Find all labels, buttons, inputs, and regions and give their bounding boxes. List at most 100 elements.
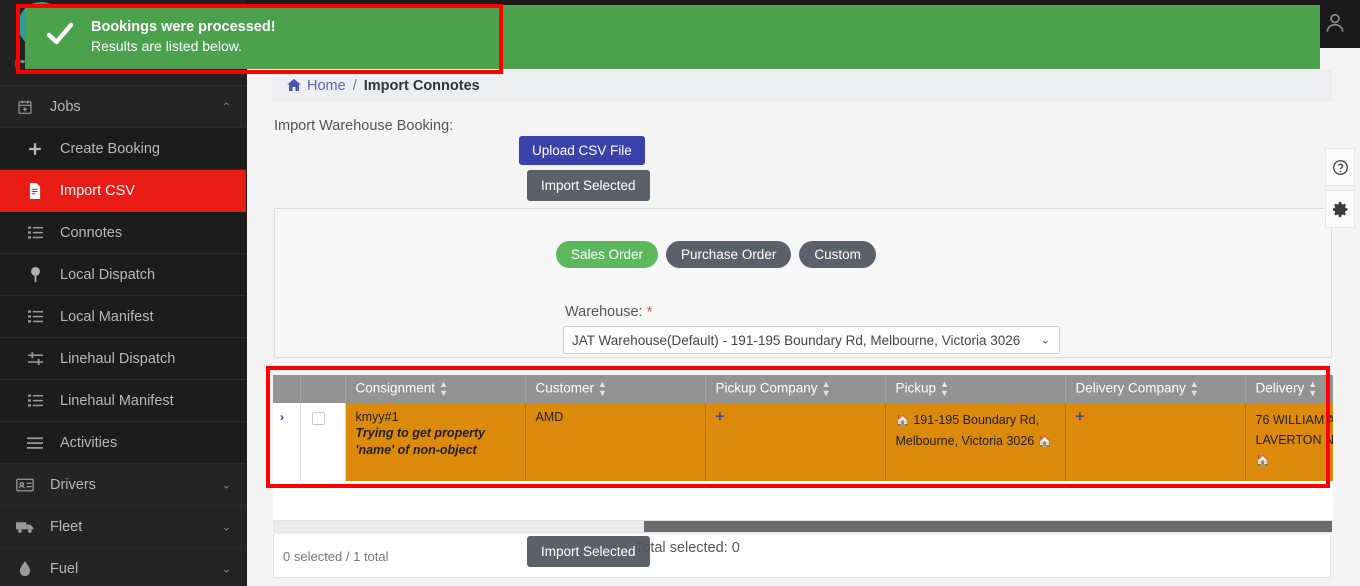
col-label: Pickup Company (715, 380, 818, 396)
table-header-row: Consignment ▲ ▼ Customer ▲ ▼ Pickup Company ▲… (273, 375, 1333, 403)
sidebar-item-import-csv[interactable]: Import CSV (0, 170, 246, 212)
sidebar-item-label: Jobs (50, 98, 81, 115)
sidebar-item-linehaul-dispatch[interactable]: Linehaul Dispatch (0, 338, 246, 380)
sidebar: Jobs ⌃ Create Booking Import CSV Connote… (0, 0, 247, 586)
row-expander-cell[interactable]: › (273, 403, 301, 481)
chevron-right-icon[interactable]: › (280, 410, 284, 424)
chevron-down-icon: ⌄ (1040, 334, 1050, 347)
sort-icon: ▲ ▼ (439, 379, 448, 398)
row-checkbox-cell[interactable] (300, 403, 346, 481)
home-icon (287, 78, 301, 94)
alert-title: Bookings were processed! (91, 19, 276, 35)
table-status-bar: 0 selected / 1 total (273, 535, 1331, 578)
sidebar-item-label: Fleet (50, 518, 83, 535)
col-pickup-company[interactable]: Pickup Company ▲ ▼ (705, 375, 886, 403)
chevron-down-icon[interactable]: ⌄ (222, 478, 231, 491)
home-icon: 🏠 (1037, 436, 1053, 448)
sort-icon: ▲ ▼ (598, 379, 607, 398)
user-avatar-icon[interactable] (1322, 10, 1348, 36)
chevron-down-icon[interactable]: ⌄ (222, 520, 231, 533)
col-delivery[interactable]: Delivery ▲ ▼ (1245, 375, 1333, 403)
calendar-plus-icon (12, 99, 38, 115)
delivery-address-line2: LAVERTON NORT (1255, 433, 1334, 447)
bars-icon (22, 436, 48, 449)
sidebar-item-label: Local Manifest (60, 308, 154, 325)
sidebar-item-label: Linehaul Manifest (60, 392, 174, 409)
sidebar-item-drivers[interactable]: Drivers ⌄ (0, 464, 246, 506)
col-consignment[interactable]: Consignment ▲ ▼ (345, 375, 526, 403)
import-selected-bottom-button[interactable]: Import Selected (527, 536, 650, 567)
scrollbar-thumb[interactable] (644, 521, 1332, 532)
upload-csv-button[interactable]: Upload CSV File (519, 136, 645, 165)
table-row[interactable]: › kmyy#1 Trying to get property 'name' o… (273, 403, 1333, 481)
col-delivery-company[interactable]: Delivery Company ▲ ▼ (1065, 375, 1246, 403)
sidebar-item-label: Local Dispatch (60, 266, 156, 283)
sidebar-item-fuel[interactable]: Fuel ⌄ (0, 548, 246, 586)
pickup-address-line1: 191-195 Boundary Rd, (913, 413, 1040, 427)
warehouse-select-value: JAT Warehouse(Default) - 191-195 Boundar… (572, 332, 1021, 348)
pickup-address: 🏠 191-195 Boundary Rd, Melbourne, Victor… (896, 410, 1057, 452)
add-pickup-company-icon[interactable]: + (716, 408, 725, 425)
selection-status: 0 selected / 1 total (283, 548, 389, 564)
pill-sales-order[interactable]: Sales Order (556, 241, 659, 268)
droplet-icon (12, 560, 38, 577)
app-root: Jobs ⌃ Create Booking Import CSV Connote… (0, 0, 1360, 586)
sidebar-item-create-booking[interactable]: Create Booking (0, 128, 246, 170)
col-customer[interactable]: Customer ▲ ▼ (525, 375, 706, 403)
sidebar-item-label: Activities (60, 434, 118, 451)
sidebar-item-label: Connotes (60, 224, 123, 241)
home-icon: 🏠 (1255, 455, 1270, 467)
breadcrumb-separator: / (352, 78, 357, 94)
sidebar-item-jobs[interactable]: Jobs ⌃ (0, 86, 246, 128)
col-pickup[interactable]: Pickup ▲ ▼ (885, 375, 1066, 403)
settings-button[interactable] (1325, 190, 1355, 228)
map-pin-icon (22, 266, 48, 283)
success-alert: Bookings were processed! Results are lis… (25, 5, 1320, 69)
import-options-panel: Sales Order Purchase Order Custom Wareho… (274, 208, 1332, 358)
pill-purchase-order[interactable]: Purchase Order (666, 241, 792, 268)
truck-icon (12, 520, 38, 534)
import-warehouse-booking-label: Import Warehouse Booking: (274, 118, 454, 134)
list-icon (22, 226, 48, 239)
sidebar-item-label: Fuel (50, 560, 79, 577)
sidebar-item-linehaul-manifest[interactable]: Linehaul Manifest (0, 380, 246, 422)
sidebar-item-label: Import CSV (60, 182, 135, 199)
sort-icon: ▲ ▼ (940, 379, 949, 398)
main-content: Home / Import Connotes Import Warehouse … (247, 48, 1360, 586)
table-horizontal-scrollbar[interactable] (273, 520, 1332, 533)
order-type-pills: Sales Order Purchase Order Custom (556, 241, 876, 268)
warehouse-select[interactable]: JAT Warehouse(Default) - 191-195 Boundar… (563, 326, 1060, 354)
sidebar-item-local-manifest[interactable]: Local Manifest (0, 296, 246, 338)
row-checkbox[interactable] (311, 412, 325, 425)
sort-icon: ▲ ▼ (821, 379, 831, 398)
breadcrumb-home-link[interactable]: Home (307, 78, 346, 94)
pickup-address-line2: Melbourne, Victoria 3026 (895, 434, 1035, 448)
delivery-address-line1: 76 WILLIAM ANGL (1255, 413, 1334, 427)
cell-delivery: 76 WILLIAM ANGL LAVERTON NORT 🏠 (1245, 403, 1333, 481)
cell-customer: AMD (525, 403, 706, 481)
home-icon: 🏠 (895, 415, 910, 427)
col-label: Delivery (1255, 380, 1305, 396)
help-button[interactable] (1325, 148, 1355, 186)
sort-icon: ▲ ▼ (1308, 379, 1318, 398)
sidebar-item-connotes[interactable]: Connotes (0, 212, 246, 254)
file-text-icon (22, 182, 48, 199)
chevron-up-icon[interactable]: ⌃ (222, 100, 231, 113)
add-delivery-company-icon[interactable]: + (1076, 408, 1085, 425)
sort-icon: ▲ ▼ (1189, 379, 1199, 398)
sidebar-item-local-dispatch[interactable]: Local Dispatch (0, 254, 246, 296)
id-card-icon (12, 478, 38, 492)
breadcrumb: Home / Import Connotes (272, 70, 1332, 102)
customer-value: AMD (535, 410, 564, 424)
breadcrumb-current: Import Connotes (363, 78, 480, 94)
consignment-value: kmyy#1 (355, 410, 399, 424)
sidebar-menu: Jobs ⌃ Create Booking Import CSV Connote… (0, 86, 246, 586)
sidebar-item-fleet[interactable]: Fleet ⌄ (0, 506, 246, 548)
col-label: Pickup (895, 380, 937, 396)
sidebar-item-activities[interactable]: Activities (0, 422, 246, 464)
cell-delivery-company: + (1065, 403, 1246, 481)
chevron-down-icon[interactable]: ⌄ (222, 562, 231, 575)
pill-custom[interactable]: Custom (799, 241, 876, 268)
check-icon (45, 21, 75, 53)
import-selected-top-button[interactable]: Import Selected (527, 170, 650, 201)
